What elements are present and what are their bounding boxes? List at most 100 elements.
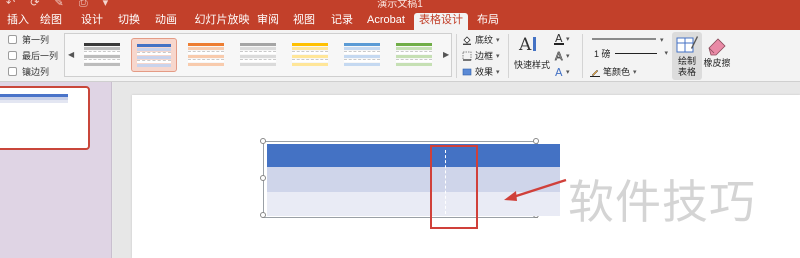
style-preview-row — [292, 51, 328, 54]
style-preview-row — [84, 59, 120, 62]
style-preview-row — [188, 47, 224, 50]
table-style-option[interactable] — [391, 38, 437, 72]
checkbox[interactable] — [8, 66, 17, 76]
resize-handle[interactable] — [260, 175, 266, 181]
quick-styles-icon[interactable]: A — [518, 34, 538, 57]
style-preview-row — [84, 51, 120, 54]
tab-design[interactable]: 设计 — [80, 13, 104, 30]
borders-button[interactable]: 边框 ▾ — [462, 49, 500, 62]
style-preview-row — [240, 63, 276, 66]
tab-slideshow[interactable]: 幻灯片放映 — [192, 13, 252, 30]
style-preview-row — [240, 51, 276, 54]
title-bar: ↶ ⟳ ✎ ⎙ ▾ 演示文稿1 — [0, 0, 800, 10]
style-preview-row — [137, 64, 171, 67]
checkbox[interactable] — [8, 50, 17, 60]
effects-icon — [462, 67, 472, 77]
pen-icon — [590, 67, 600, 77]
effects-label: 效果 — [475, 67, 494, 77]
annotation-arrow — [504, 178, 567, 201]
resize-handle[interactable] — [260, 212, 266, 218]
style-preview-row — [137, 52, 171, 55]
draw-table-icon — [676, 36, 698, 53]
style-preview-row — [188, 55, 224, 58]
slide-thumbnails-pane — [0, 82, 112, 258]
tab-review[interactable]: 审阅 — [256, 13, 280, 30]
svg-text:▾: ▾ — [660, 37, 664, 44]
table-style-option[interactable] — [131, 38, 177, 72]
tab-record[interactable]: 记录 — [330, 13, 354, 30]
style-preview-row — [137, 60, 171, 63]
pen-color-button[interactable]: 笔颜色 ▾ — [590, 65, 637, 78]
pen-color-label: 笔颜色 — [603, 67, 631, 77]
annotation-highlight-box — [430, 145, 478, 229]
quick-styles-label: 快速样式 — [514, 60, 551, 70]
tab-table-design[interactable]: 表格设计 — [414, 13, 468, 30]
gallery-next-icon[interactable]: ▶ — [443, 50, 449, 59]
option-banded-columns[interactable]: 镶边列 — [8, 65, 49, 77]
tab-draw[interactable]: 绘图 — [38, 13, 64, 30]
tab-insert[interactable]: 插入 — [6, 13, 30, 30]
draw-table-button[interactable]: 绘制 表格 — [672, 32, 702, 80]
svg-text:A: A — [518, 35, 532, 54]
style-preview-row — [292, 63, 328, 66]
table-style-option[interactable] — [183, 38, 229, 72]
option-label: 第一列 — [22, 34, 50, 45]
paint-bucket-icon — [462, 35, 472, 45]
style-preview-row — [344, 55, 380, 58]
pen-weight-dropdown[interactable]: 1 磅 ▾ — [590, 47, 668, 59]
table-styles-gallery: ◀ ▶ — [64, 33, 452, 77]
ribbon-separator — [582, 34, 583, 78]
effects-button[interactable]: 效果 ▾ — [462, 65, 500, 78]
style-preview-row — [240, 55, 276, 58]
style-preview-row — [240, 59, 276, 62]
style-preview-row — [137, 48, 171, 51]
gallery-prev-icon[interactable]: ◀ — [68, 50, 74, 59]
style-preview-row — [292, 43, 328, 46]
option-last-column[interactable]: 最后一列 — [8, 49, 58, 61]
document-title: 演示文稿1 — [377, 0, 423, 10]
style-preview-row — [188, 63, 224, 66]
style-preview-row — [240, 43, 276, 46]
table-style-option[interactable] — [235, 38, 281, 72]
checkbox[interactable] — [8, 34, 17, 44]
option-label: 镶边列 — [22, 66, 50, 77]
style-preview-row — [344, 47, 380, 50]
style-preview-row — [84, 63, 120, 66]
option-label: 最后一列 — [22, 50, 59, 61]
style-preview-row — [84, 55, 120, 58]
tab-view[interactable]: 视图 — [292, 13, 316, 30]
borders-icon — [462, 51, 472, 61]
style-preview-row — [344, 59, 380, 62]
style-preview-row — [396, 43, 432, 46]
style-preview-row — [137, 44, 171, 47]
tab-animations[interactable]: 动画 — [153, 13, 179, 30]
text-outline-icon[interactable]: A ▾ — [554, 49, 572, 66]
style-preview-row — [84, 47, 120, 50]
draw-table-label: 绘制 表格 — [677, 56, 696, 77]
table-header-row[interactable] — [267, 144, 560, 167]
style-preview-row — [188, 43, 224, 46]
table-style-option[interactable] — [79, 38, 125, 72]
style-preview-row — [292, 55, 328, 58]
tab-transitions[interactable]: 切换 — [116, 13, 142, 30]
style-preview-row — [396, 55, 432, 58]
tab-layout[interactable]: 布局 — [474, 13, 502, 30]
style-preview-row — [188, 59, 224, 62]
text-fill-icon[interactable]: A ▾ — [554, 32, 572, 49]
ribbon: 第一列 最后一列 镶边列 ◀ ▶ 底纹 ▾ 边框 ▾ 效果 ▾ A 快速样式 A… — [0, 30, 800, 82]
table-style-option[interactable] — [339, 38, 385, 72]
thumb-table-row — [0, 100, 68, 103]
shading-button[interactable]: 底纹 ▾ — [462, 33, 500, 46]
resize-handle[interactable] — [260, 138, 266, 144]
eraser-button[interactable]: 橡皮擦 — [702, 32, 732, 80]
pen-style-dropdown[interactable]: ▾ — [590, 34, 668, 44]
slide-thumbnail[interactable] — [0, 86, 90, 150]
watermark-text: 软件技巧 — [568, 175, 756, 229]
option-first-column[interactable]: 第一列 — [8, 33, 49, 45]
ribbon-tab-bar: 插入 绘图 设计 切换 动画 幻灯片放映 审阅 视图 记录 Acrobat 表格… — [0, 10, 800, 30]
tab-acrobat[interactable]: Acrobat — [366, 13, 406, 30]
text-effects-icon[interactable]: A ▾ — [554, 65, 572, 82]
style-preview-row — [344, 51, 380, 54]
eraser-icon — [708, 38, 726, 56]
table-style-option[interactable] — [287, 38, 333, 72]
